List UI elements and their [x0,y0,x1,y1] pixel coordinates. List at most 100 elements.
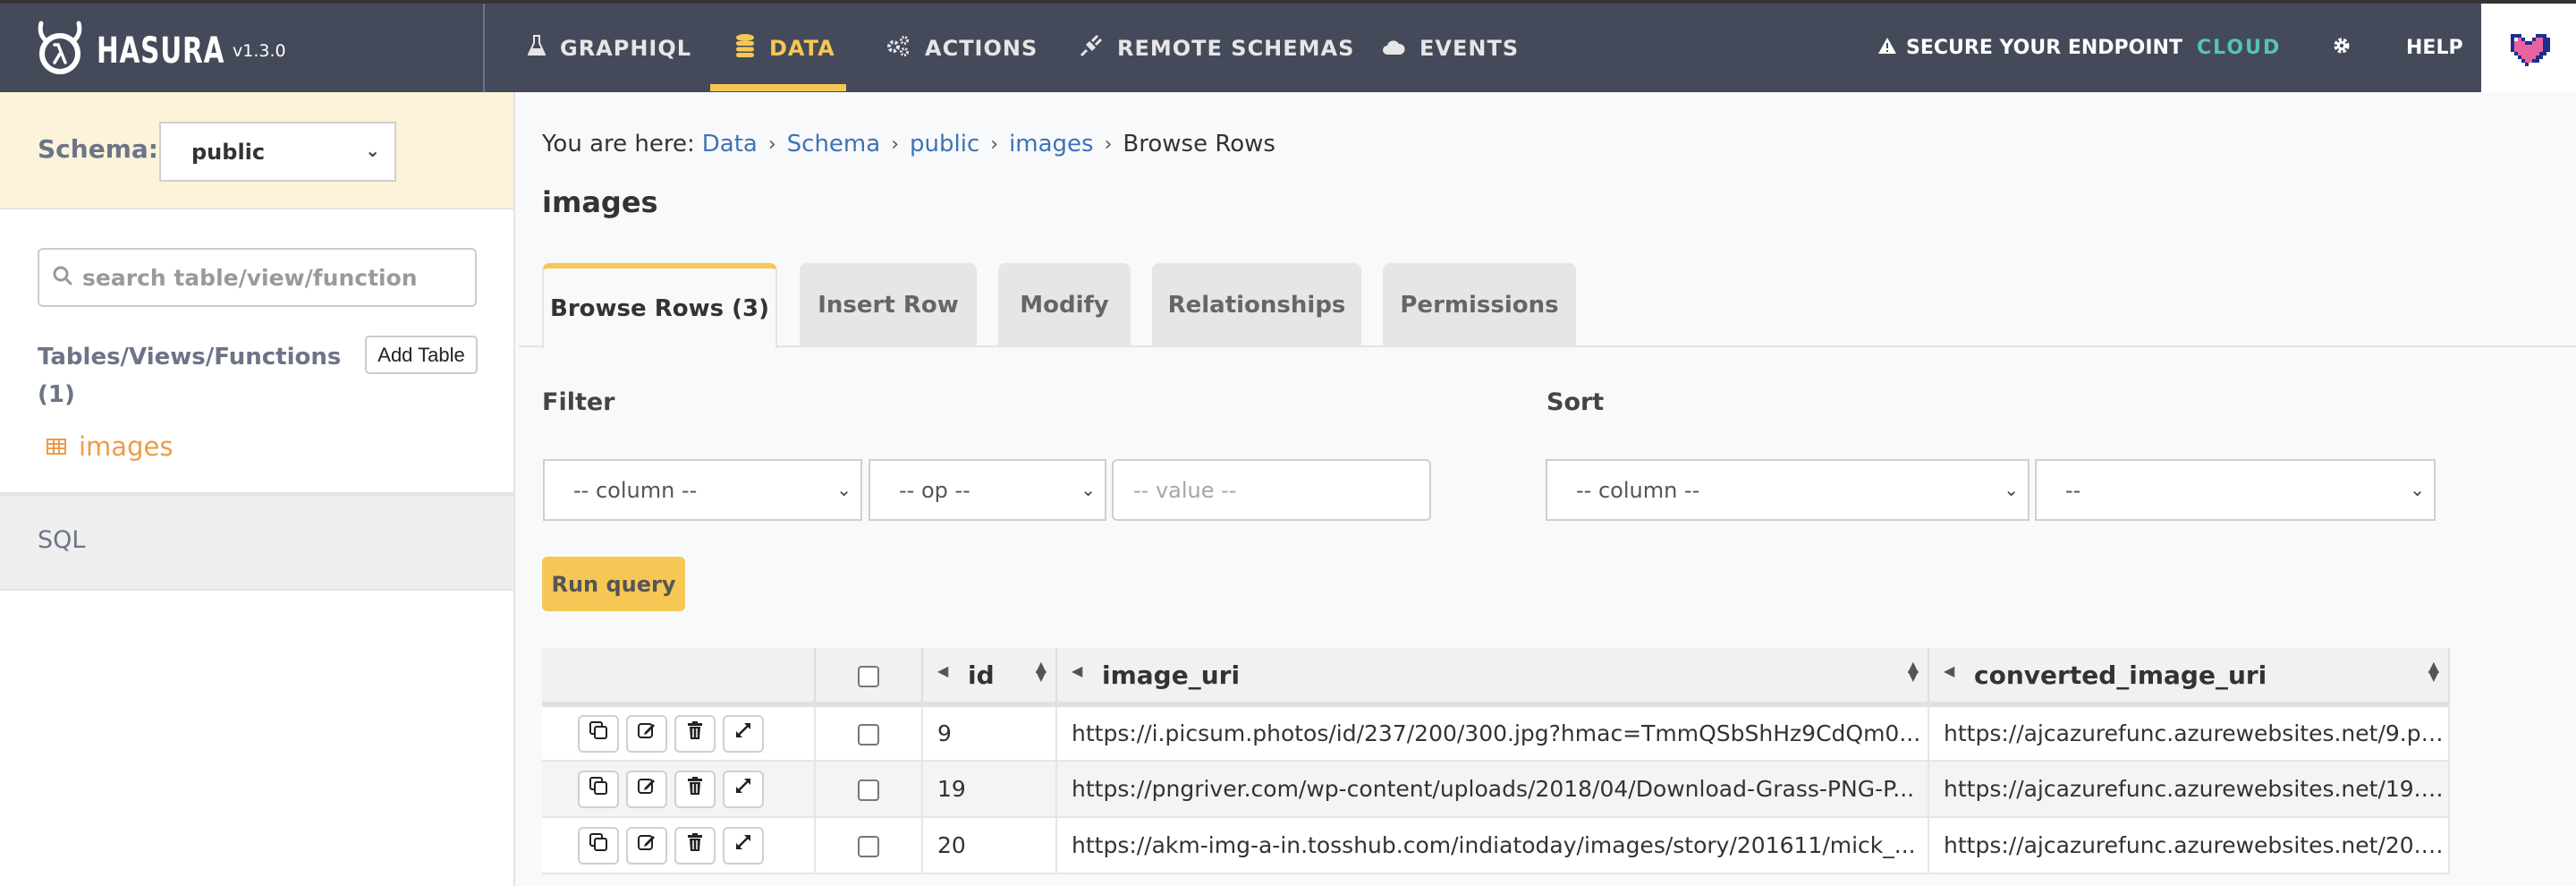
filter-column-select[interactable]: -- column -- ⌄ [543,459,862,521]
sort-icon[interactable]: ▲ ▼ [1908,660,1919,683]
header-id-label: id [968,660,995,690]
expand-icon [736,722,750,737]
clone-icon [589,776,607,795]
nav-actions[interactable]: ACTIONS [886,4,1038,92]
collapse-column-icon[interactable]: ◀ [937,662,948,679]
clone-row-button[interactable] [578,770,619,808]
clone-row-button[interactable] [578,714,619,753]
sql-link[interactable]: SQL [38,526,85,554]
delete-row-button[interactable] [674,714,716,753]
nav-divider [483,4,485,92]
cell-image-uri[interactable]: https://akm-img-a-in.tosshub.com/indiato… [1056,817,1929,874]
expand-row-button[interactable] [723,770,764,808]
breadcrumb-data[interactable]: Data [702,131,758,158]
filter-value-input[interactable] [1133,477,1402,503]
secure-endpoint-link[interactable]: SECURE YOUR ENDPOINT [1877,4,2182,92]
row-select-cell [815,817,923,874]
schema-select-value: public [191,139,266,165]
flask-icon [527,34,547,62]
nav-active-indicator [710,84,846,91]
collapse-column-icon[interactable]: ◀ [1944,662,1954,679]
cell-image-uri[interactable]: https://pngriver.com/wp-content/uploads/… [1056,761,1929,818]
tables-count: (1) [38,381,75,408]
sidebar-table-images[interactable]: images [47,431,173,462]
tab-browse-rows[interactable]: Browse Rows (3) [542,263,777,348]
sort-order-select[interactable]: -- ⌄ [2035,459,2436,521]
nav-remote-schemas[interactable]: REMOTE SCHEMAS [1080,4,1354,92]
row-checkbox[interactable] [858,836,879,857]
collapse-column-icon[interactable]: ◀ [1072,662,1082,679]
sort-label: Sort [1546,388,1605,416]
settings-button[interactable] [2333,4,2351,92]
sort-icon[interactable]: ▲ ▼ [2428,660,2439,683]
cell-id[interactable]: 19 [922,761,1057,818]
nav-data[interactable]: DATA [735,4,835,92]
row-checkbox[interactable] [858,724,879,745]
breadcrumb-current: Browse Rows [1123,131,1275,158]
breadcrumb-public[interactable]: public [910,131,979,158]
tab-insert-row[interactable]: Insert Row [800,263,977,346]
header-actions [542,648,816,707]
table-header-row: ◀ id ▲ ▼ ◀ image_uri ▲ ▼ ◀ converted_image… [542,648,2450,707]
header-converted-image-uri[interactable]: ◀ converted_image_uri ▲ ▼ [1928,648,2450,707]
tab-relationships[interactable]: Relationships [1152,263,1361,346]
chevron-down-icon: ⌄ [836,479,852,500]
sort-column-select[interactable]: -- column -- ⌄ [1546,459,2029,521]
table-row: 19 https://pngriver.com/wp-content/uploa… [542,761,2450,818]
secure-endpoint-label: SECURE YOUR ENDPOINT [1906,37,2182,59]
breadcrumb-schema[interactable]: Schema [787,131,881,158]
schema-select[interactable]: public ⌄ [159,122,396,182]
breadcrumb-separator: › [767,132,776,156]
header-image-uri[interactable]: ◀ image_uri ▲ ▼ [1056,648,1929,707]
trash-icon [688,720,702,739]
table-search-box[interactable] [38,248,477,307]
tab-modify[interactable]: Modify [998,263,1131,346]
delete-row-button[interactable] [674,770,716,808]
cell-converted-image-uri[interactable]: https://ajcazurefunc.azurewebsites.net/1… [1928,761,2450,818]
row-actions [542,704,816,762]
search-icon [52,265,73,290]
help-link[interactable]: HELP [2406,4,2463,92]
trash-icon [688,776,702,795]
filter-op-select[interactable]: -- op -- ⌄ [869,459,1106,521]
nav-events[interactable]: EVENTS [1382,4,1519,92]
edit-row-button[interactable] [626,826,667,865]
tab-permissions[interactable]: Permissions [1383,263,1576,346]
clone-icon [589,832,607,851]
love-button[interactable] [2481,4,2576,92]
row-actions [542,817,816,874]
edit-row-button[interactable] [626,770,667,808]
expand-row-button[interactable] [723,826,764,865]
row-select-cell [815,704,923,762]
cell-id[interactable]: 20 [922,817,1057,874]
clone-row-button[interactable] [578,826,619,865]
run-query-button[interactable]: Run query [542,557,685,611]
cell-converted-image-uri[interactable]: https://ajcazurefunc.azurewebsites.net/9… [1928,704,2450,762]
breadcrumb-images[interactable]: images [1009,131,1094,158]
filter-value-box[interactable] [1112,459,1431,521]
cloud-link[interactable]: CLOUD [2197,4,2281,92]
chevron-down-icon: ⌄ [2410,479,2425,500]
header-id[interactable]: ◀ id ▲ ▼ [922,648,1057,707]
add-table-button[interactable]: Add Table [365,336,478,374]
trash-icon [688,832,702,851]
header-select-all [815,648,923,707]
edit-icon [638,722,655,738]
cell-converted-image-uri[interactable]: https://ajcazurefunc.azurewebsites.net/2… [1928,817,2450,874]
breadcrumb-prefix: You are here: [542,131,695,158]
expand-row-button[interactable] [723,714,764,753]
data-grid: ◀ id ▲ ▼ ◀ image_uri ▲ ▼ ◀ converted_image… [542,648,2450,874]
cell-image-uri[interactable]: https://i.picsum.photos/id/237/200/300.j… [1056,704,1929,762]
filter-label: Filter [542,388,615,416]
edit-row-button[interactable] [626,714,667,753]
select-all-checkbox[interactable] [858,665,879,687]
cloud-icon [1382,36,1405,61]
nav-graphiql[interactable]: GRAPHIQL [527,4,691,92]
delete-row-button[interactable] [674,826,716,865]
table-search-input[interactable] [82,264,458,291]
row-checkbox[interactable] [858,780,879,801]
filter-op-value: -- op -- [899,477,970,503]
sort-icon[interactable]: ▲ ▼ [1036,660,1046,683]
cell-id[interactable]: 9 [922,704,1057,762]
heart-icon [2511,33,2550,66]
